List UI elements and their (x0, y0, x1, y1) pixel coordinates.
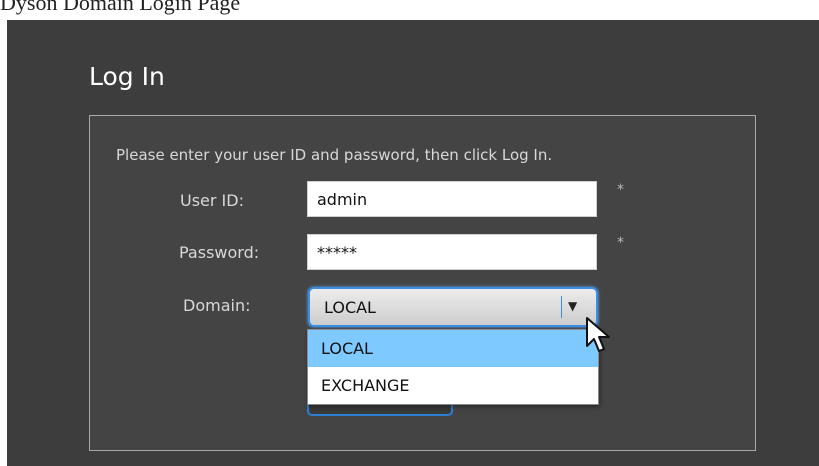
domain-select[interactable]: LOCAL ▼ (308, 287, 598, 327)
page-title: Log In (89, 62, 165, 91)
select-divider (561, 296, 562, 318)
user-id-required-marker: * (617, 182, 624, 198)
password-required-marker: * (617, 235, 624, 251)
password-label: Password: (179, 243, 260, 262)
password-input[interactable] (307, 234, 597, 270)
page-caption: Dyson Domain Login Page (0, 0, 241, 15)
domain-label: Domain: (183, 296, 251, 315)
user-id-input[interactable] (307, 181, 597, 217)
login-instructions: Please enter your user ID and password, … (116, 146, 553, 164)
domain-dropdown-list: LOCAL EXCHANGE (307, 329, 599, 405)
chevron-down-icon[interactable]: ▼ (568, 299, 577, 313)
domain-option-local[interactable]: LOCAL (308, 330, 598, 367)
user-id-label: User ID: (180, 191, 244, 210)
domain-option-exchange[interactable]: EXCHANGE (308, 367, 598, 404)
domain-select-value: LOCAL (324, 298, 376, 317)
mouse-pointer-icon (586, 317, 610, 352)
